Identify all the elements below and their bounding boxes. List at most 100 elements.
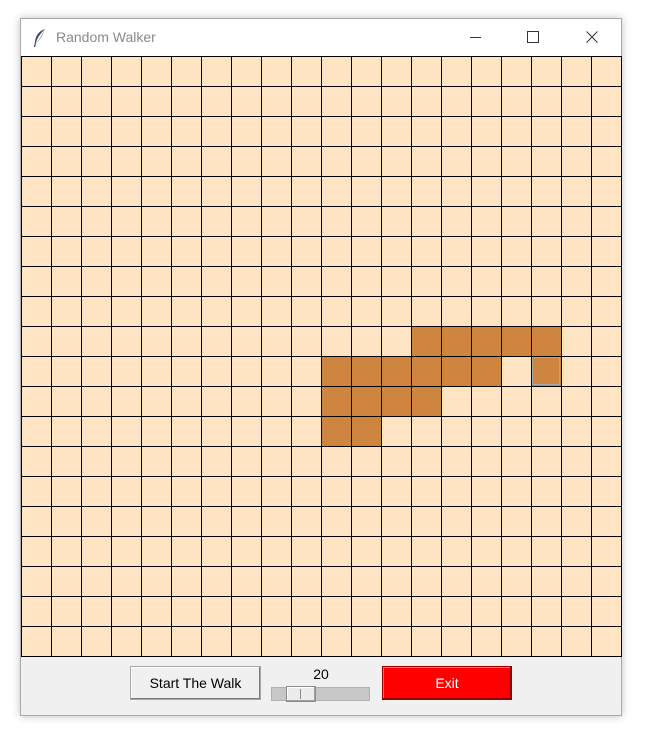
grid-cell (51, 146, 81, 176)
grid-cell (21, 386, 51, 416)
grid-cell (351, 536, 381, 566)
grid-cell (141, 296, 171, 326)
grid-cell-walked (411, 356, 441, 386)
grid-cell (471, 86, 501, 116)
grid-cell (21, 596, 51, 626)
grid-cell (381, 116, 411, 146)
title-bar[interactable]: Random Walker (21, 19, 621, 56)
grid-cell (411, 116, 441, 146)
grid-cell (591, 176, 621, 206)
grid-cell (351, 146, 381, 176)
grid-cell (201, 236, 231, 266)
grid-cell (81, 476, 111, 506)
grid-cell (171, 386, 201, 416)
grid-cell (381, 176, 411, 206)
grid-cell (111, 536, 141, 566)
grid-cell (21, 176, 51, 206)
grid-cell (561, 446, 591, 476)
grid-cell (81, 596, 111, 626)
grid-cell (381, 236, 411, 266)
grid-cell (351, 326, 381, 356)
grid-cell (111, 56, 141, 86)
grid-cell (561, 596, 591, 626)
grid-cell (531, 176, 561, 206)
grid-cell (591, 326, 621, 356)
grid-cell (261, 476, 291, 506)
grid-cell (441, 596, 471, 626)
grid-cell (411, 56, 441, 86)
grid-cell (351, 236, 381, 266)
grid-cell (21, 206, 51, 236)
grid-cell (501, 506, 531, 536)
grid-cell (561, 176, 591, 206)
grid-cell-walked (471, 356, 501, 386)
grid-cell (111, 116, 141, 146)
grid-cell (201, 56, 231, 86)
grid-cell (411, 146, 441, 176)
grid-cell (261, 536, 291, 566)
grid-cell (321, 206, 351, 236)
grid-cell (201, 176, 231, 206)
grid-cell (591, 296, 621, 326)
grid-cell (201, 566, 231, 596)
grid-cell (81, 416, 111, 446)
grid-cell (501, 86, 531, 116)
grid-cell (591, 116, 621, 146)
grid-cell (21, 266, 51, 296)
grid-cell (561, 236, 591, 266)
grid-cell (561, 266, 591, 296)
grid-cell (231, 536, 261, 566)
grid-cell (21, 626, 51, 656)
grid-cell (291, 326, 321, 356)
exit-button[interactable]: Exit (382, 666, 512, 700)
grid-cell (471, 296, 501, 326)
grid-cell (501, 446, 531, 476)
grid-cell (291, 476, 321, 506)
grid-cell (591, 506, 621, 536)
grid-cell (261, 116, 291, 146)
grid-cell (171, 476, 201, 506)
window-title: Random Walker (56, 29, 156, 45)
grid-cell (321, 86, 351, 116)
grid-cell (81, 116, 111, 146)
grid-cell (441, 566, 471, 596)
grid-cell (291, 206, 321, 236)
grid-cell (321, 236, 351, 266)
grid-cell (531, 596, 561, 626)
grid-cell (381, 296, 411, 326)
grid-cell (531, 506, 561, 536)
speed-slider[interactable] (271, 686, 370, 702)
start-walk-button[interactable]: Start The Walk (130, 666, 261, 700)
grid-cell (471, 626, 501, 656)
grid-cell-walked (351, 386, 381, 416)
grid-cell (441, 176, 471, 206)
grid-cell (561, 296, 591, 326)
speed-slider-thumb[interactable] (286, 686, 316, 702)
grid-cell (381, 206, 411, 236)
grid-cell (261, 416, 291, 446)
grid-cell (231, 326, 261, 356)
grid-cell (291, 176, 321, 206)
grid-cell (351, 626, 381, 656)
grid-cell (501, 236, 531, 266)
grid-cell (21, 236, 51, 266)
grid-cell (51, 296, 81, 326)
minimize-button[interactable] (453, 19, 499, 55)
grid-cell-walked (381, 386, 411, 416)
grid-cell (21, 56, 51, 86)
grid-cell (351, 476, 381, 506)
grid-cell (201, 596, 231, 626)
grid-cell (291, 536, 321, 566)
grid-cell (531, 266, 561, 296)
grid-cell (231, 146, 261, 176)
grid-cell (321, 446, 351, 476)
maximize-button[interactable] (510, 19, 556, 55)
grid-cell (21, 536, 51, 566)
grid-cell (171, 566, 201, 596)
grid-cell (81, 326, 111, 356)
grid-cell (261, 446, 291, 476)
grid-cell (51, 86, 81, 116)
close-button[interactable] (569, 19, 615, 55)
grid-cell (321, 56, 351, 86)
grid-cell (231, 236, 261, 266)
